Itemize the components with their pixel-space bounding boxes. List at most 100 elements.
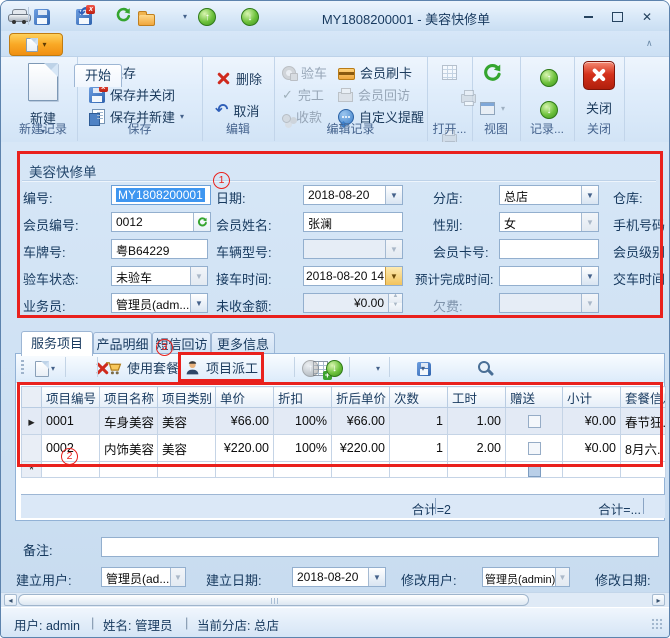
toolbar-grip[interactable]: [21, 360, 24, 376]
use-package-button[interactable]: 使用套餐: [105, 358, 179, 377]
view-refresh-icon[interactable]: [482, 63, 503, 84]
qat-customize-icon[interactable]: ▾: [183, 12, 187, 21]
summary-separator: [435, 498, 436, 514]
table-row[interactable]: ▸ 0001车身美容美容 ¥66.00100% ¥66.001 1.00 ¥0.…: [22, 408, 666, 435]
search-icon[interactable]: [477, 360, 493, 376]
col-subtotal[interactable]: 小计: [563, 387, 621, 408]
close-button[interactable]: 关闭: [579, 61, 619, 117]
export-dropdown-icon[interactable]: ▾: [376, 364, 380, 373]
table-row[interactable]: 0002内饰美容美容 ¥220.00100% ¥220.001 2.00 ¥0.…: [22, 435, 666, 462]
open-report-icon[interactable]: [442, 65, 457, 80]
maximize-button[interactable]: [608, 10, 626, 23]
application-menu-button[interactable]: ▾: [9, 33, 63, 56]
create-user-dropdown-icon: ▼: [170, 568, 185, 586]
save-icon[interactable]: [34, 9, 50, 25]
branch-dropdown-icon[interactable]: ▼: [581, 186, 598, 204]
next-record-icon[interactable]: ↓: [241, 8, 259, 26]
refresh-icon[interactable]: [115, 7, 132, 24]
estimate-finish-field[interactable]: ▼: [499, 266, 599, 286]
gift-checkbox[interactable]: [528, 415, 541, 428]
unpaid-amount-field[interactable]: ¥0.00 ▲▼: [303, 293, 403, 313]
add-row-dropdown-icon[interactable]: ▾: [51, 364, 55, 373]
col-times[interactable]: 次数: [390, 387, 448, 408]
create-date-field[interactable]: 2018-08-20▼: [292, 567, 386, 587]
scroll-right-icon[interactable]: ▸: [652, 594, 665, 606]
col-item-type[interactable]: 项目类别: [158, 387, 216, 408]
scrollbar-thumb[interactable]: [18, 594, 529, 606]
date-field[interactable]: 2018-08-20▼: [303, 185, 403, 205]
row-down-icon[interactable]: ↓: [326, 360, 343, 377]
receive-time-dropdown-icon[interactable]: ▼: [385, 267, 402, 285]
member-no-field[interactable]: 0012: [111, 212, 211, 232]
inspect-car-button[interactable]: 验车: [282, 63, 327, 82]
col-hours[interactable]: 工时: [448, 387, 506, 408]
estimate-finish-dropdown-icon[interactable]: ▼: [581, 267, 598, 285]
date-dropdown-icon[interactable]: ▼: [385, 186, 402, 204]
ribbon-group-open: 打开...: [427, 57, 473, 141]
member-card-label: 会员卡号:: [433, 242, 489, 261]
group-label-view: 视图: [472, 120, 520, 137]
arrears-label: 欠费:: [433, 296, 463, 315]
inspect-status-dropdown-icon: ▼: [190, 267, 207, 285]
member-visit-icon: [338, 92, 353, 102]
remark-field[interactable]: [101, 537, 659, 557]
gift-checkbox[interactable]: [528, 442, 541, 455]
dispatch-button[interactable]: 项目派工: [184, 358, 258, 377]
scroll-left-icon[interactable]: ◂: [4, 594, 17, 606]
member-name-field[interactable]: 张澜: [303, 212, 403, 232]
cancel-undo-icon: ↶: [215, 103, 228, 119]
group-title-divider-highlight: [22, 181, 656, 182]
order-no-field[interactable]: MY1808200001: [111, 185, 211, 205]
arrears-dropdown-icon: ▼: [581, 294, 598, 312]
record-up-icon[interactable]: ↑: [540, 69, 558, 87]
col-gift[interactable]: 赠送: [506, 387, 563, 408]
ribbon-group-edit: 删除 ↶取消 编辑: [202, 57, 275, 141]
record-down-icon[interactable]: ↓: [540, 101, 558, 119]
finish-work-button[interactable]: ✓完工: [282, 85, 324, 104]
receive-time-field[interactable]: 2018-08-20 14▼: [303, 266, 403, 286]
col-unit-price[interactable]: 单价: [216, 387, 274, 408]
unpaid-spinner[interactable]: ▲▼: [388, 294, 402, 312]
col-item-name[interactable]: 项目名称: [100, 387, 158, 408]
add-row-icon[interactable]: [35, 361, 49, 377]
layout-view-icon[interactable]: [480, 102, 495, 115]
search-dropdown-icon[interactable]: ▾: [421, 364, 425, 373]
resize-grip[interactable]: [651, 618, 663, 630]
arrears-field[interactable]: ▼: [499, 293, 599, 313]
inspect-status-field[interactable]: 未验车▼: [111, 266, 208, 286]
open-folder-icon[interactable]: [138, 14, 155, 26]
minimize-button[interactable]: [579, 10, 597, 23]
status-separator: |: [91, 615, 94, 630]
tab-start[interactable]: 开始: [74, 64, 122, 87]
create-date-dropdown-icon[interactable]: ▼: [368, 568, 385, 586]
prev-record-icon[interactable]: ↑: [198, 8, 216, 26]
ribbon-collapse-icon[interactable]: ∧: [646, 38, 653, 49]
col-package-info[interactable]: 套餐信息: [621, 387, 666, 408]
close-window-button[interactable]: ✕: [638, 10, 656, 23]
group-label-record: 记录...: [520, 120, 574, 137]
branch-field[interactable]: 总店▼: [499, 185, 599, 205]
delete-button[interactable]: 删除: [215, 69, 262, 88]
plate-no-label: 车牌号:: [23, 242, 66, 261]
gender-field[interactable]: 女▼: [499, 212, 599, 232]
gift-checkbox[interactable]: [528, 464, 541, 477]
member-refresh-icon[interactable]: [193, 213, 210, 231]
member-card-field[interactable]: [499, 239, 599, 259]
create-user-field[interactable]: 管理员(ad...▼: [101, 567, 186, 587]
col-discount[interactable]: 折扣: [274, 387, 332, 408]
layout-dropdown-icon[interactable]: ▾: [501, 104, 505, 113]
new-row[interactable]: *: [22, 462, 666, 478]
col-discounted-price[interactable]: 折后单价: [332, 387, 390, 408]
save-and-close-button[interactable]: x保存并关闭: [89, 85, 175, 104]
tab-service-items[interactable]: 服务项目: [21, 331, 93, 356]
car-model-field[interactable]: ▼: [303, 239, 403, 259]
modify-user-field[interactable]: 管理员(admin)▼: [482, 567, 570, 587]
member-visit-button[interactable]: 会员回访: [338, 85, 410, 104]
col-item-code[interactable]: 项目编号: [42, 387, 100, 408]
cancel-button[interactable]: ↶取消: [215, 101, 259, 120]
member-swipe-button[interactable]: 会员刷卡: [338, 63, 412, 82]
plate-no-field[interactable]: 粤B64229: [111, 239, 208, 259]
row-up-icon[interactable]: ↑: [302, 360, 319, 377]
salesman-dropdown-icon[interactable]: ▼: [190, 294, 207, 312]
salesman-field[interactable]: 管理员(adm...▼: [111, 293, 208, 313]
